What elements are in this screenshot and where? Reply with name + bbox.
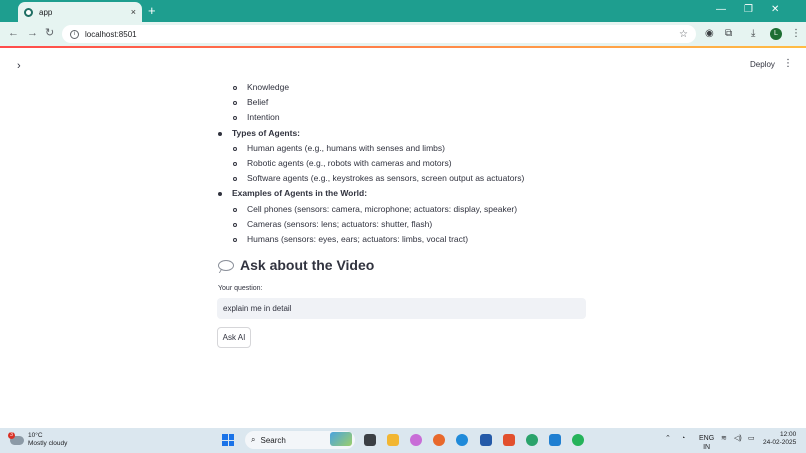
brave-icon[interactable] <box>503 434 515 446</box>
restore-icon[interactable]: ❐ <box>744 2 753 18</box>
list-item: Belief <box>233 96 269 108</box>
profile-avatar[interactable]: L <box>770 28 782 40</box>
weather-temp: 10°C <box>28 432 43 439</box>
list-item: Types of Agents: <box>218 127 301 139</box>
vscode-icon[interactable] <box>549 434 561 446</box>
copilot-icon[interactable]: ◔ <box>681 434 685 443</box>
list-item-text: Intention <box>247 112 280 123</box>
new-tab-button[interactable]: + <box>148 3 156 19</box>
tab-close-icon[interactable]: × <box>131 7 136 17</box>
bullet-circle-icon <box>233 218 237 230</box>
list-item-text: Cameras (sensors: lens; actuators: shutt… <box>247 218 433 229</box>
list-item-text: Knowledge <box>247 82 290 92</box>
list-item: Examples of Agents in the World: <box>218 187 368 199</box>
edge-icon[interactable] <box>456 434 468 446</box>
clock-time: 12:00 <box>779 431 797 438</box>
browser-tab-strip: app × + — ❐ ✕ <box>0 0 806 22</box>
bullet-circle-icon <box>233 157 237 169</box>
taskbar-clock[interactable]: 12:00 24-02-2025 <box>763 431 796 447</box>
streamlit-favicon-icon <box>24 7 33 17</box>
language-indicator[interactable]: ENG IN <box>699 434 714 452</box>
bullet-circle-icon <box>233 111 237 123</box>
sidebar-expand-icon[interactable]: › <box>17 60 21 72</box>
chrome-icon[interactable] <box>526 434 538 446</box>
whatsapp-icon[interactable] <box>572 434 584 446</box>
bullet-circle-icon <box>233 172 237 184</box>
question-input[interactable] <box>217 298 586 319</box>
streamlit-decoration-bar <box>0 46 806 48</box>
search-label: Search <box>260 435 286 445</box>
list-item: Software agents (e.g., keystrokes as sen… <box>233 172 525 184</box>
bullet-circle-icon <box>233 81 237 93</box>
list-item: Knowledge <box>233 81 290 93</box>
list-item-text: Robotic agents (e.g., robots with camera… <box>247 158 452 168</box>
list-item: Cameras (sensors: lens; actuators: shutt… <box>233 218 433 230</box>
cloud-icon: 3 <box>8 431 24 445</box>
ask-section-heading: Ask about the Video <box>218 257 374 273</box>
tab-title: app <box>39 7 53 17</box>
section-title: Ask about the Video <box>240 257 375 273</box>
window-close-icon[interactable]: ✕ <box>771 2 779 18</box>
wifi-icon[interactable]: ≋ <box>721 434 727 443</box>
list-item-text: Cell phones (sensors: camera, microphone… <box>247 203 518 214</box>
browser-toolbar: ← → ↻ i localhost:8501 ☆ ◉ ⧉ ⤓ ⋮ <box>0 22 806 46</box>
list-item: Robotic agents (e.g., robots with camera… <box>233 157 452 169</box>
photos-app-icon[interactable] <box>410 434 422 446</box>
site-info-icon[interactable]: i <box>70 29 79 39</box>
bullet-circle-icon <box>233 96 237 108</box>
weather-desc: Mostly cloudy <box>28 440 68 447</box>
windows-start-icon[interactable] <box>222 434 234 446</box>
extension-icon[interactable]: ◉ <box>705 28 714 40</box>
ask-ai-button[interactable]: Ask AI <box>217 327 251 348</box>
list-item: Humans (sensors: eyes, ears; actuators: … <box>233 233 469 245</box>
browser-tab[interactable]: app × <box>18 2 142 22</box>
download-icon[interactable]: ⤓ <box>751 28 755 40</box>
search-highlight-icon <box>330 432 352 446</box>
clock-date: 24-02-2025 <box>763 439 797 446</box>
battery-icon[interactable]: ▭ <box>748 434 755 443</box>
list-item-text: Humans (sensors: eyes, ears; actuators: … <box>247 234 469 244</box>
list-item: Cell phones (sensors: camera, microphone… <box>233 203 518 215</box>
bullet-circle-icon <box>233 233 237 245</box>
list-item-text: Human agents (e.g., humans with senses a… <box>247 142 445 153</box>
store-app-icon[interactable] <box>480 434 492 446</box>
app-menu-icon[interactable]: ⋮ <box>783 58 793 69</box>
browser-menu-icon[interactable]: ⋮ <box>791 28 801 40</box>
search-icon: ⌕ <box>251 435 256 444</box>
list-item: Intention <box>233 111 280 123</box>
file-explorer-icon[interactable] <box>387 434 399 446</box>
speech-balloon-icon <box>218 259 234 271</box>
question-label: Your question: <box>218 285 263 292</box>
address-bar[interactable]: i localhost:8501 ☆ <box>62 25 696 43</box>
back-icon[interactable]: ← <box>8 26 19 40</box>
list-item-text: Types of Agents: <box>232 127 301 138</box>
list-item-text: Belief <box>247 97 269 108</box>
minimize-icon[interactable]: — <box>716 2 726 18</box>
forward-icon[interactable]: → <box>27 26 38 40</box>
list-item: Human agents (e.g., humans with senses a… <box>233 142 445 154</box>
url-text[interactable]: localhost:8501 <box>85 30 679 39</box>
firefox-icon[interactable] <box>433 434 445 446</box>
tray-chevron-icon[interactable]: ⌃ <box>665 434 671 443</box>
weather-widget[interactable]: 3 10°C Mostly cloudy <box>8 431 68 448</box>
bullet-disc-icon <box>218 127 222 139</box>
deploy-button[interactable]: Deploy <box>744 58 781 71</box>
bookmark-star-icon[interactable]: ☆ <box>679 29 688 40</box>
list-item-text: Software agents (e.g., keystrokes as sen… <box>247 173 525 184</box>
bullet-circle-icon <box>233 203 237 215</box>
reload-icon[interactable]: ↻ <box>45 26 54 40</box>
weather-badge: 3 <box>8 431 15 439</box>
bullet-circle-icon <box>233 142 237 154</box>
volume-icon[interactable]: ◁) <box>734 434 742 443</box>
bullet-disc-icon <box>218 187 222 199</box>
terminal-app-icon[interactable] <box>364 434 376 446</box>
list-item-text: Examples of Agents in the World: <box>232 188 368 199</box>
extensions-puzzle-icon[interactable]: ⧉ <box>725 28 732 40</box>
